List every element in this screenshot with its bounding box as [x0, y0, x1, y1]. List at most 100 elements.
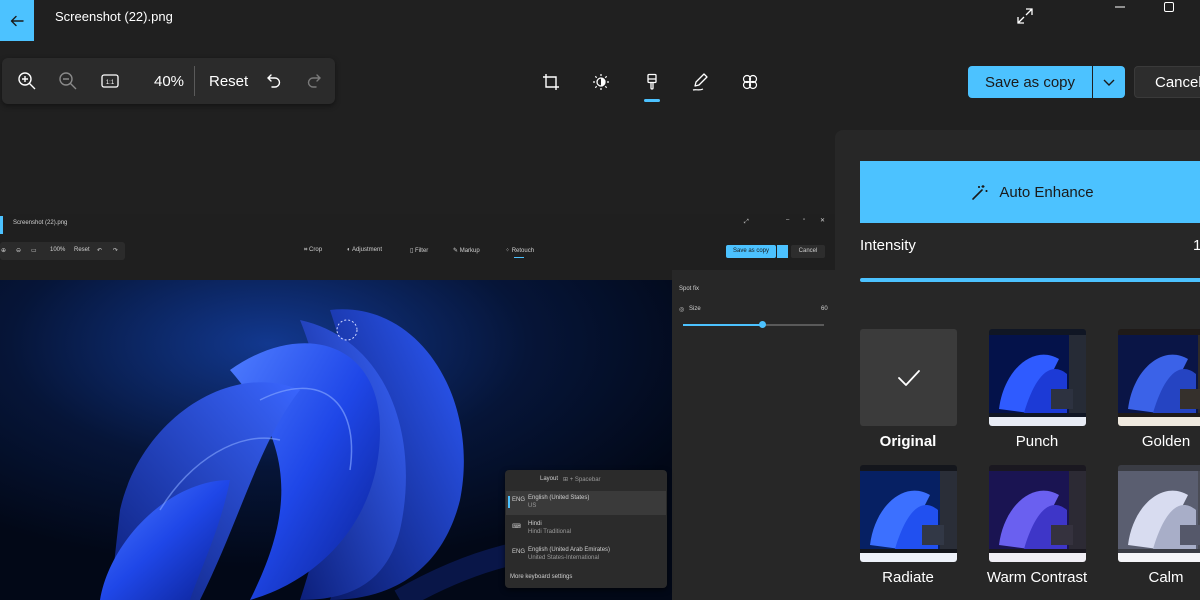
warm-contrast-preview-image: [989, 465, 1086, 562]
inner-retouch-panel: Spot fix ◎ Size 60: [672, 270, 835, 600]
inner-cancel-button: Cancel: [791, 245, 825, 258]
inner-maximize-icon: ▫: [803, 217, 806, 223]
auto-enhance-button[interactable]: Auto Enhance: [860, 161, 1200, 223]
expand-icon: [1017, 8, 1033, 24]
intensity-slider[interactable]: [860, 278, 1200, 282]
inner-actual-size-icon: ▭: [31, 248, 37, 254]
radiate-preview-image: [860, 465, 957, 562]
inner-save-dropdown: [777, 245, 788, 258]
inner-tool-retouch: ⁘ Retouch: [505, 248, 535, 254]
cancel-button[interactable]: Cancel: [1134, 66, 1200, 98]
language-layout: US: [528, 503, 537, 509]
language-code: ENG: [512, 497, 526, 503]
language-selected-indicator: [508, 496, 510, 508]
expand-button[interactable]: [1012, 4, 1038, 28]
inner-zoom-out-icon: ⊖: [16, 248, 22, 254]
inner-size-slider-thumb: [759, 321, 766, 328]
undo-icon: [267, 74, 281, 88]
back-arrow-icon: [10, 15, 24, 26]
crop-icon: [543, 74, 559, 90]
zoom-toolbar: 1:1 40% Reset: [2, 58, 335, 104]
filter-golden-label: Golden: [1141, 433, 1191, 450]
svg-text:1:1: 1:1: [106, 80, 115, 86]
zoom-out-icon: [59, 72, 77, 90]
auto-enhance-label: Auto Enhance: [999, 183, 1094, 201]
maximize-button[interactable]: [1154, 0, 1184, 14]
inner-redo-icon: ↷: [113, 248, 119, 254]
filter-calm-label: Calm: [1148, 569, 1184, 586]
brightness-icon: [593, 74, 609, 90]
markup-pen-icon: [692, 73, 708, 91]
reset-button[interactable]: Reset: [209, 73, 248, 90]
zoom-out-button[interactable]: [56, 69, 80, 93]
punch-preview-image: [989, 329, 1086, 426]
inner-size-value: 60: [821, 306, 828, 312]
zoom-level: 40%: [154, 73, 185, 90]
inner-panel-title: Spot fix: [679, 286, 700, 292]
inner-save-button: Save as copy: [726, 245, 776, 258]
inner-tool-crop: ⌗ Crop: [304, 247, 323, 253]
language-code: ENG: [512, 549, 526, 555]
filter-original-label: Original: [879, 433, 937, 450]
actual-size-icon: 1:1: [101, 74, 119, 88]
filter-calm-thumbnail[interactable]: [1118, 465, 1200, 562]
filter-tool[interactable]: [640, 70, 664, 94]
redo-button[interactable]: [302, 69, 326, 93]
filter-brush-icon: [647, 73, 657, 90]
image-canvas[interactable]: Screenshot (22).png ⤢ – ▫ ✕ ⊕ ⊖ ▭ 100% R…: [0, 214, 835, 600]
checkmark-icon: [897, 369, 920, 386]
retouch-tool[interactable]: [738, 70, 762, 94]
inner-close-icon: ✕: [820, 218, 826, 224]
toolbar-divider: [194, 66, 195, 96]
chevron-down-icon: [1103, 79, 1115, 86]
hindi-keyboard-icon: ⌨: [512, 524, 521, 530]
layout-label: Layout: [540, 476, 559, 482]
inner-size-label: Size: [689, 306, 701, 312]
zoom-in-icon: [18, 72, 36, 90]
inner-zoom-level: 100%: [50, 247, 66, 253]
language-layout: United States-International: [528, 555, 600, 561]
filter-original-thumbnail[interactable]: [860, 329, 957, 426]
maximize-icon: [1164, 2, 1174, 12]
inner-size-icon: ◎: [679, 307, 685, 313]
magic-wand-icon: [972, 185, 988, 200]
inner-active-tool-indicator: [514, 257, 524, 258]
more-keyboard-settings: More keyboard settings: [510, 574, 573, 580]
inner-back-button: [0, 216, 3, 234]
filter-warm-contrast-label: Warm Contrast: [986, 569, 1088, 586]
markup-tool[interactable]: [688, 70, 712, 94]
inner-tool-adjustment: ◐ Adjustment: [347, 247, 382, 253]
adjustment-tool[interactable]: [589, 70, 613, 94]
save-options-dropdown[interactable]: [1093, 66, 1125, 98]
intensity-label: Intensity: [860, 237, 916, 254]
filter-radiate-thumbnail[interactable]: [860, 465, 957, 562]
inner-tool-filter: ▯ Filter: [410, 248, 429, 254]
redo-icon: [307, 74, 321, 88]
inner-zoom-in-icon: ⊕: [1, 248, 7, 254]
inner-reset: Reset: [74, 247, 90, 253]
language-layout: Hindi Traditional: [528, 529, 572, 535]
crop-tool[interactable]: [539, 70, 563, 94]
filter-warm-contrast-thumbnail[interactable]: [989, 465, 1086, 562]
calm-preview-image: [1118, 465, 1200, 562]
inner-undo-icon: ↶: [97, 248, 103, 254]
inner-zoom-toolbar: ⊕ ⊖ ▭ 100% Reset ↶ ↷: [0, 242, 125, 260]
inner-minimize-icon: –: [786, 217, 790, 223]
filter-radiate-label: Radiate: [882, 569, 934, 586]
language-name: Hindi: [528, 521, 542, 527]
filter-golden-thumbnail[interactable]: [1118, 329, 1200, 426]
save-as-copy-button[interactable]: Save as copy: [968, 66, 1092, 98]
language-name: English (United States): [528, 495, 590, 501]
actual-size-button[interactable]: 1:1: [98, 69, 122, 93]
inner-window-title: Screenshot (22).png: [13, 220, 68, 226]
golden-preview-image: [1118, 329, 1200, 426]
filter-punch-label: Punch: [1015, 433, 1059, 450]
filter-panel: Auto Enhance Intensity 1 Original Punch …: [835, 130, 1200, 600]
minimize-button[interactable]: [1105, 0, 1135, 14]
back-button[interactable]: [0, 0, 34, 41]
filter-punch-thumbnail[interactable]: [989, 329, 1086, 426]
zoom-in-button[interactable]: [15, 69, 39, 93]
inner-expand-icon: ⤢: [744, 219, 749, 225]
window-title: Screenshot (22).png: [55, 9, 173, 24]
undo-button[interactable]: [262, 69, 286, 93]
